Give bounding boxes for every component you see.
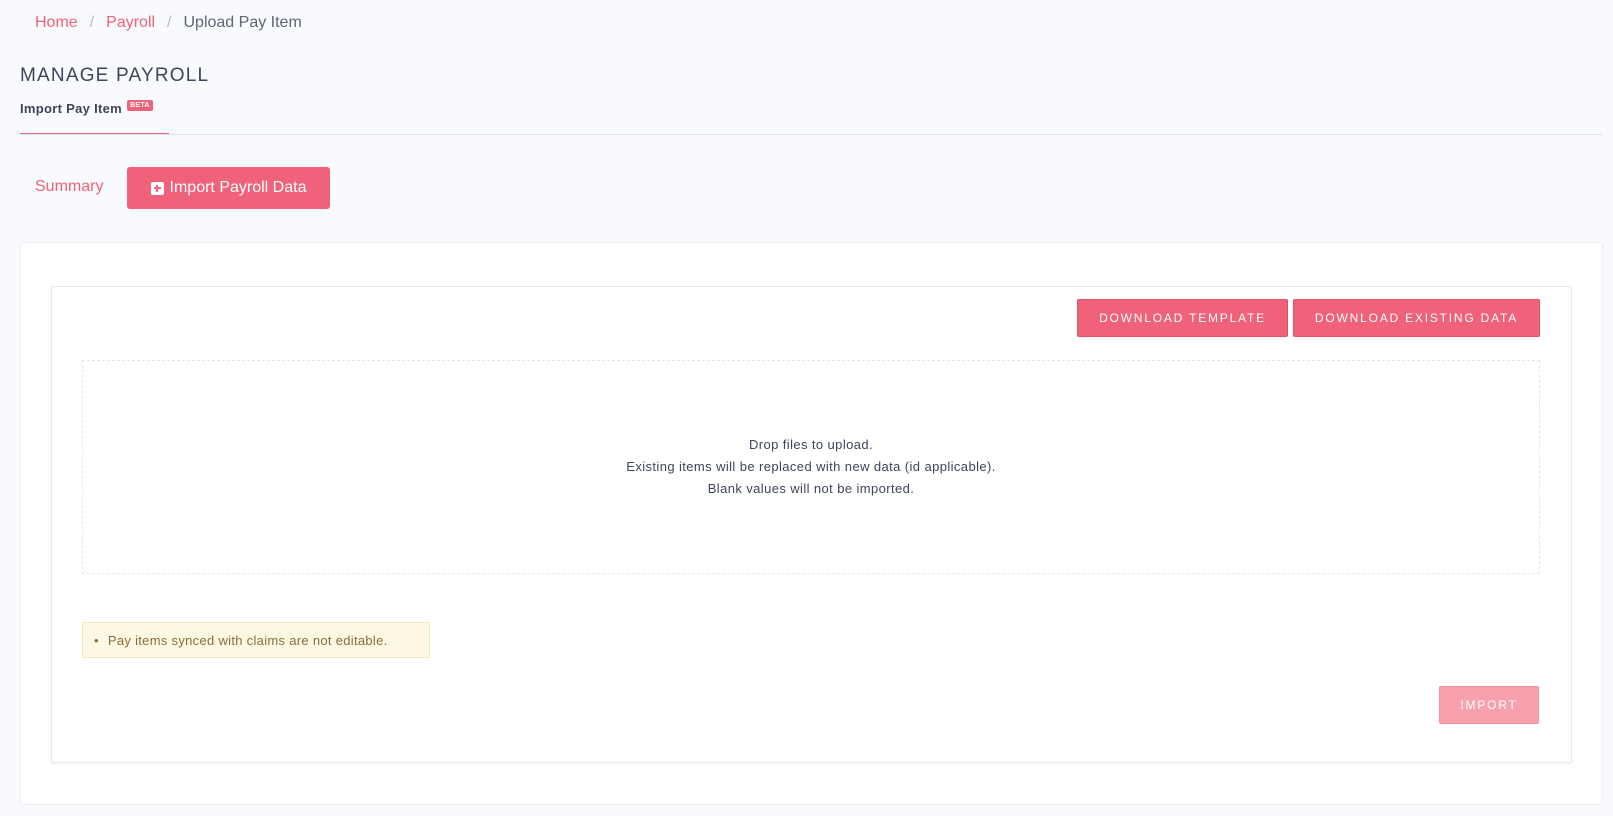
breadcrumb: Home / Payroll / Upload Pay Item xyxy=(35,14,302,32)
breadcrumb-payroll-link[interactable]: Payroll xyxy=(106,14,155,32)
import-payroll-data-label: Import Payroll Data xyxy=(169,179,307,196)
import-payroll-data-button[interactable]: Import Payroll Data xyxy=(127,167,330,209)
breadcrumb-separator: / xyxy=(89,14,95,31)
download-template-button[interactable]: DOWNLOAD TEMPLATE xyxy=(1077,299,1288,337)
file-dropzone[interactable]: Drop files to upload. Existing items wil… xyxy=(82,360,1540,574)
warning-text: Pay items synced with claims are not edi… xyxy=(107,632,388,648)
tab-divider xyxy=(20,134,1602,135)
page-title: MANAGE PAYROLL xyxy=(20,65,210,86)
breadcrumb-separator: / xyxy=(167,14,172,31)
warning-notice: • Pay items synced with claims are not e… xyxy=(82,622,430,658)
summary-link[interactable]: Summary xyxy=(35,178,103,196)
download-existing-data-button[interactable]: DOWNLOAD EXISTING DATA xyxy=(1293,299,1540,337)
bullet: • xyxy=(94,632,99,648)
beta-badge: BETA xyxy=(127,100,153,111)
dropzone-text: Drop files to upload. xyxy=(748,437,874,452)
dropzone-text: Blank values will not be imported. xyxy=(707,481,915,496)
tab-label: Import Pay Item xyxy=(20,101,123,116)
breadcrumb-home-link[interactable]: Home xyxy=(35,14,78,32)
tab-import-pay-item[interactable]: Import Pay Item BETA xyxy=(20,100,153,116)
breadcrumb-current: Upload Pay Item xyxy=(183,14,302,31)
plus-square-icon xyxy=(150,181,164,195)
dropzone-text: Existing items will be replaced with new… xyxy=(626,459,996,474)
import-button[interactable]: IMPORT xyxy=(1439,686,1539,724)
